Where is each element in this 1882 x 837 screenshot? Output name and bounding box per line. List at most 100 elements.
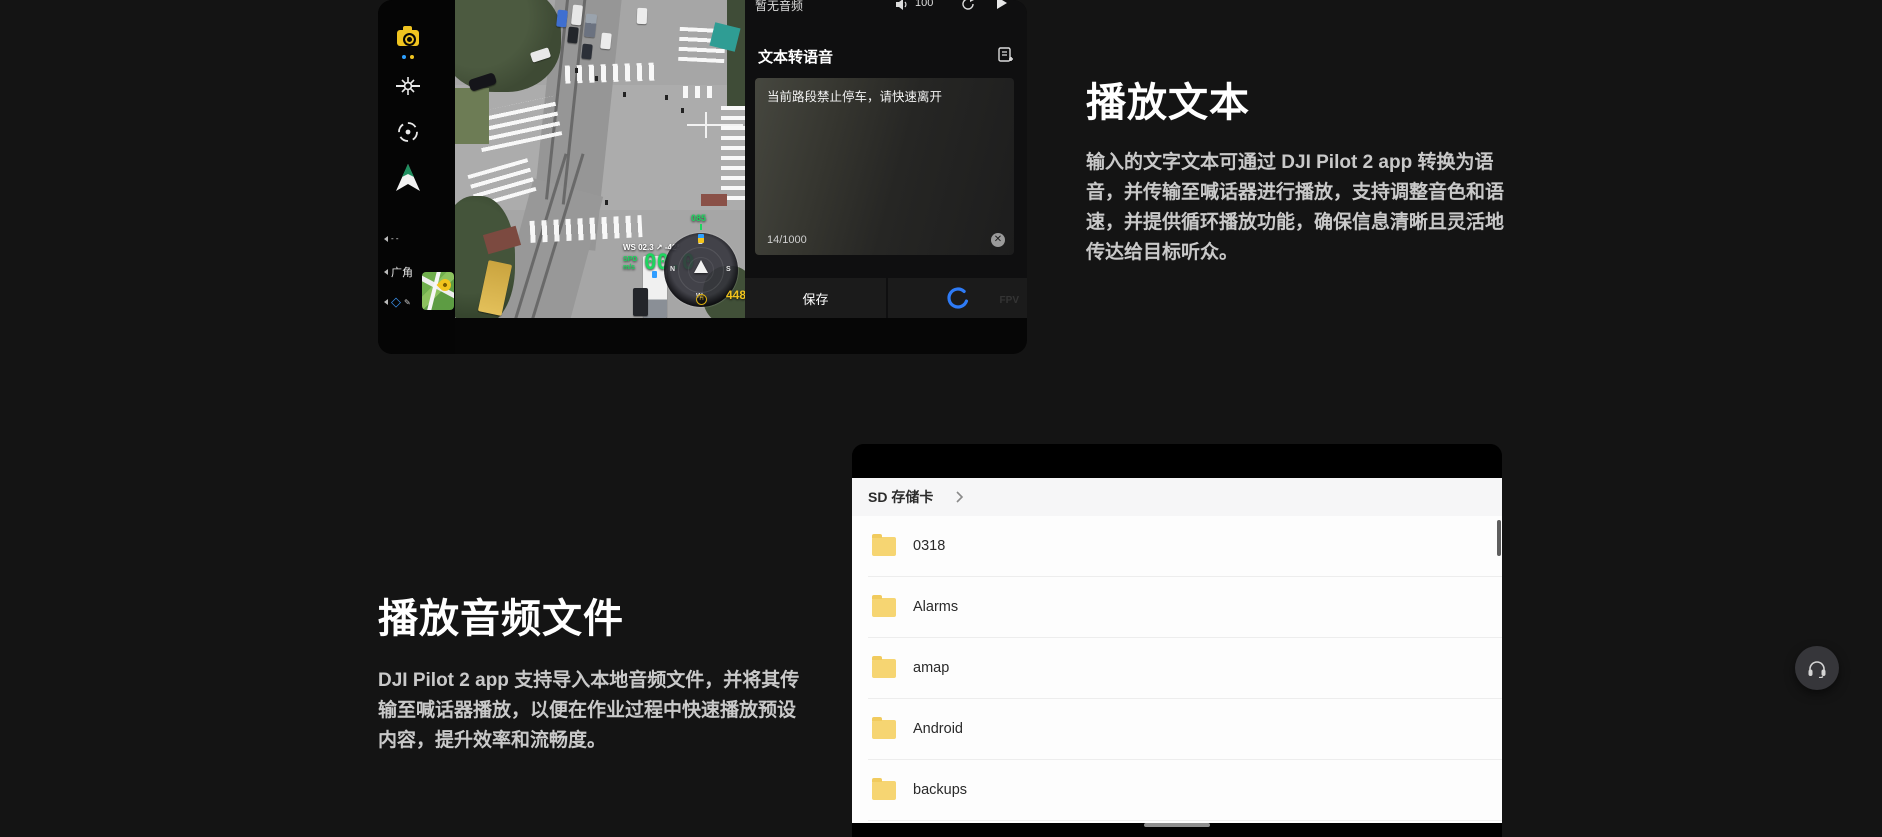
section-body: 输入的文字文本可通过 DJI Pilot 2 app 转换为语音，并传输至喊话器… xyxy=(1086,148,1510,268)
vehicle-dark-car xyxy=(567,27,579,44)
audio-status-label: 暂无音频 xyxy=(755,0,803,14)
lane-line xyxy=(687,124,743,126)
file-browser-screenshot: SD 存储卡 0318 Alarms amap xyxy=(852,444,1502,837)
char-counter: 14/1000 xyxy=(767,234,807,246)
sidebar-collapse-row[interactable]: - - xyxy=(384,234,399,243)
altitude-value: 448 xyxy=(726,288,745,302)
motorbike xyxy=(665,95,668,100)
app-sidebar: - - 广角 ◇ ✎ xyxy=(378,0,455,354)
crosswalk xyxy=(565,62,661,83)
folder-icon xyxy=(872,720,896,739)
blue-marker xyxy=(652,271,657,278)
vehicle-white-car xyxy=(600,33,612,50)
folder-row[interactable]: Android xyxy=(852,699,1502,760)
dot-yellow xyxy=(410,55,414,59)
dot-blue xyxy=(402,55,406,59)
folder-icon xyxy=(872,537,896,556)
folder-row[interactable]: amap xyxy=(852,638,1502,699)
grass-left xyxy=(455,88,489,144)
tts-input-text: 当前路段禁止停车，请快速离开 xyxy=(767,89,1002,106)
motorbike xyxy=(605,200,608,205)
crosswalk xyxy=(530,215,643,243)
flare-icon xyxy=(394,72,422,100)
chevron-right-icon xyxy=(955,490,964,504)
chevron-left-icon xyxy=(384,236,388,242)
folder-row[interactable]: backups xyxy=(852,760,1502,821)
browser-top-bezel xyxy=(852,444,1502,478)
headset-icon xyxy=(1807,659,1827,678)
wide-angle-label: 广角 xyxy=(391,264,413,280)
volume-control[interactable] xyxy=(895,0,910,16)
spd-text: SPD xyxy=(623,256,637,264)
loop-icon xyxy=(961,0,975,11)
clear-text-button[interactable]: ✕ xyxy=(991,233,1005,247)
vehicle-dark-car xyxy=(581,44,593,60)
play-button[interactable] xyxy=(997,0,1007,9)
spot-metering-icon[interactable] xyxy=(394,118,422,146)
pencil-icon: ✎ xyxy=(404,298,411,307)
payload-camera-icon[interactable] xyxy=(394,24,422,52)
folder-icon xyxy=(872,781,896,800)
save-label: 保存 xyxy=(802,289,828,308)
compass-aircraft-icon xyxy=(694,260,708,273)
pilot-app-screenshot: - - 广角 ◇ ✎ xyxy=(378,0,1027,354)
vehicle-dark-car xyxy=(633,288,648,316)
tts-title: 文本转语音 xyxy=(758,46,833,67)
trees-right xyxy=(727,0,745,106)
add-document-icon xyxy=(996,46,1014,64)
folder-list: 0318 Alarms amap Android backups xyxy=(852,516,1502,823)
payload-dots xyxy=(402,55,414,59)
diamond-icon: ◇ xyxy=(391,294,401,310)
minimap-thumbnail[interactable] xyxy=(422,272,454,310)
spd-unit: m/s xyxy=(623,264,637,272)
vehicle-white-car xyxy=(637,8,648,24)
drone-attitude-icon[interactable] xyxy=(394,164,422,192)
collapse-label: - - xyxy=(391,234,399,243)
loading-spinner-icon xyxy=(941,281,974,314)
loop-button[interactable] xyxy=(961,0,975,16)
breadcrumb-bar: SD 存储卡 xyxy=(852,478,1502,517)
heading-tick xyxy=(700,224,702,230)
section-play-audio: 播放音频文件 DJI Pilot 2 app 支持导入本地音频文件，并将其传输至… xyxy=(378,586,802,756)
compass-n: N xyxy=(670,266,675,273)
section-title: 播放音频文件 xyxy=(378,586,802,644)
folder-name: Android xyxy=(913,721,963,737)
tts-text-input[interactable]: 当前路段禁止停车，请快速离开 14/1000 ✕ xyxy=(755,78,1014,255)
heading-value: 085 xyxy=(691,213,706,223)
crosswalk xyxy=(721,100,745,200)
red-walkway xyxy=(701,194,727,206)
add-text-button[interactable] xyxy=(996,46,1014,69)
tts-panel: 暂无音频 100 文本转语音 xyxy=(745,0,1027,318)
folder-row[interactable]: Alarms xyxy=(852,577,1502,638)
breadcrumb[interactable]: SD 存储卡 xyxy=(868,487,933,507)
save-button[interactable]: 保存 xyxy=(745,278,886,318)
gimbal-pitch-row[interactable]: ◇ ✎ xyxy=(384,294,411,310)
scrollbar-thumb[interactable] xyxy=(1497,520,1501,556)
wide-angle-row[interactable]: 广角 xyxy=(384,264,413,280)
home-indicator xyxy=(1144,823,1210,827)
chevron-left-icon xyxy=(384,269,388,275)
folder-icon xyxy=(872,598,896,617)
page: - - 广角 ◇ ✎ xyxy=(0,0,1882,837)
motorbike xyxy=(575,68,578,73)
crosswalk xyxy=(683,86,719,98)
vehicle-blue-car xyxy=(556,10,568,28)
compass-home-badge: H xyxy=(696,294,707,305)
support-button[interactable] xyxy=(1795,646,1839,690)
camera-icon xyxy=(397,30,419,46)
speaker-icon xyxy=(895,0,910,11)
map-road xyxy=(426,272,441,310)
convert-loading-button[interactable]: FPV xyxy=(888,278,1027,318)
camera-view: WS 02.3 ↗ -42° SPD m/s 00.0 085 N E S W … xyxy=(455,0,745,318)
section-title: 播放文本 xyxy=(1086,70,1510,128)
motorbike xyxy=(681,108,684,113)
vehicle-white-van xyxy=(571,5,583,26)
motorbike xyxy=(595,76,598,81)
folder-name: backups xyxy=(913,782,967,798)
lane-line xyxy=(705,112,707,138)
spotlight-icon[interactable] xyxy=(394,72,422,100)
chevron-left-icon xyxy=(384,299,388,305)
nav-arrow-icon xyxy=(394,163,422,193)
folder-row[interactable]: 0318 xyxy=(852,516,1502,577)
section-play-text: 播放文本 输入的文字文本可通过 DJI Pilot 2 app 转换为语音，并传… xyxy=(1086,70,1510,268)
